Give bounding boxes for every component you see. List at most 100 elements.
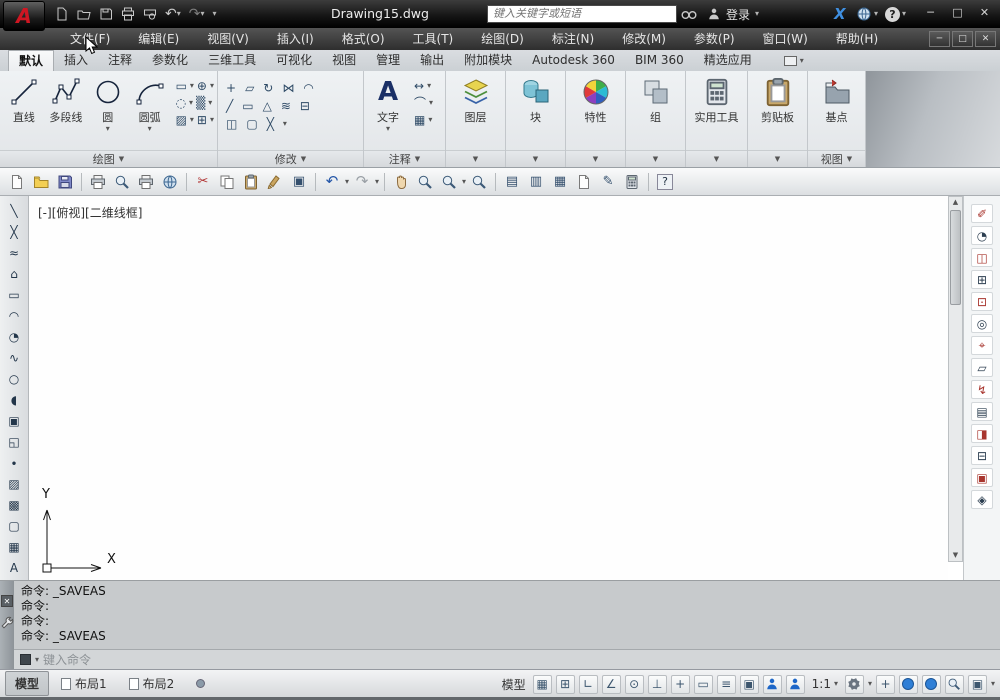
chevron-down-icon[interactable]: ▾ xyxy=(190,82,194,90)
rotate-tool-icon[interactable]: ↻ xyxy=(263,82,273,94)
print-preview-button[interactable] xyxy=(140,3,160,25)
menu-view[interactable]: 视图(V) xyxy=(193,28,263,50)
block-editor-button[interactable]: ▣ xyxy=(288,171,310,193)
annotation-monitor-toggle[interactable] xyxy=(762,674,782,694)
toolbar-lock-toggle[interactable]: + xyxy=(875,674,895,694)
array-tool-icon[interactable]: ◫ xyxy=(226,118,237,130)
new-button[interactable] xyxy=(6,171,28,193)
tool-line-icon[interactable]: ╲ xyxy=(4,201,24,220)
annotation-scale-button[interactable]: 1:1 ▾ xyxy=(809,677,841,691)
layout2-tab[interactable]: 布局2 xyxy=(119,671,185,696)
open-button[interactable] xyxy=(74,3,94,25)
explode-tool-icon[interactable]: ⊟ xyxy=(300,100,310,112)
clean-screen-button[interactable]: ▣ xyxy=(967,674,987,694)
hatch-tool-icon[interactable]: ▨ xyxy=(176,114,187,126)
tool-table-icon[interactable]: ▦ xyxy=(4,537,24,556)
menu-parametric[interactable]: 参数(P) xyxy=(680,28,749,50)
gradient-tool-icon[interactable]: ▒ xyxy=(196,97,205,109)
tool-ellipse-arc-icon[interactable]: ◖ xyxy=(4,390,24,409)
zoom-realtime-button[interactable] xyxy=(414,171,436,193)
menu-modify[interactable]: 修改(M) xyxy=(608,28,680,50)
tab-view[interactable]: 视图 xyxy=(322,50,366,71)
arc-dropdown-icon[interactable]: ▾ xyxy=(148,125,152,133)
menu-edit[interactable]: 编辑(E) xyxy=(124,28,193,50)
menu-draw[interactable]: 绘图(D) xyxy=(467,28,538,50)
tab-output[interactable]: 输出 xyxy=(410,50,454,71)
undo-button[interactable]: ↶ xyxy=(321,171,343,193)
table-tool-icon[interactable]: ▦ xyxy=(414,114,425,126)
nav-motion-icon[interactable]: ↯ xyxy=(971,380,993,399)
redo-button[interactable]: ↷ ▾ xyxy=(186,3,208,25)
tab-featured-apps[interactable]: 精选应用 xyxy=(694,50,762,71)
panel-layers[interactable]: 图层 ▼ xyxy=(446,71,506,167)
redo-button[interactable]: ↷ xyxy=(351,171,373,193)
otrack-toggle[interactable]: + xyxy=(670,674,690,694)
chevron-down-icon[interactable]: ▾ xyxy=(208,99,212,107)
line-button[interactable]: 直线 xyxy=(3,75,45,125)
menu-window[interactable]: 窗口(W) xyxy=(749,28,822,50)
panel-flyout-icon[interactable]: ▼ xyxy=(593,155,598,163)
model-tab[interactable]: 模型 xyxy=(5,671,50,696)
delete-tool-icon[interactable]: ╳ xyxy=(267,118,274,130)
nav-sheet-icon[interactable]: ▤ xyxy=(971,402,993,421)
undo-dropdown-icon[interactable]: ▾ xyxy=(345,177,349,186)
model-space-button[interactable]: 模型 xyxy=(499,676,529,693)
redo-dropdown-icon[interactable]: ▾ xyxy=(200,10,204,18)
save-button[interactable] xyxy=(54,171,76,193)
markup-button[interactable]: ✎ xyxy=(597,171,619,193)
panel-flyout-icon[interactable]: ▼ xyxy=(533,155,538,163)
tab-addins[interactable]: 附加模块 xyxy=(454,50,522,71)
revision-cloud-tool-icon[interactable]: ◌ xyxy=(176,97,186,109)
match-properties-button[interactable] xyxy=(264,171,286,193)
menu-help[interactable]: 帮助(H) xyxy=(822,28,892,50)
chevron-down-icon[interactable]: ▾ xyxy=(189,99,193,107)
nav-zoom-extents-icon[interactable]: ⊡ xyxy=(971,292,993,311)
lineweight-toggle[interactable]: ≡ xyxy=(716,674,736,694)
search-input[interactable] xyxy=(487,5,677,23)
panel-view-label[interactable]: 视图 ▼ xyxy=(808,150,865,167)
panel-flyout-icon[interactable]: ▼ xyxy=(775,155,780,163)
plot-button[interactable] xyxy=(118,3,138,25)
menu-file[interactable]: 文件(F) xyxy=(56,28,124,50)
open-button[interactable] xyxy=(30,171,52,193)
drawing-viewport[interactable]: [-][俯视][二维线框] Y X xyxy=(29,196,948,580)
doc-minimize-button[interactable]: ─ xyxy=(929,31,950,47)
panel-clipboard[interactable]: 剪贴板 ▼ xyxy=(748,71,808,167)
trim-tool-icon[interactable]: ╱ xyxy=(226,100,233,112)
wrench-icon[interactable] xyxy=(0,616,14,630)
move-tool-icon[interactable]: + xyxy=(226,82,236,94)
tab-3d-tools[interactable]: 三维工具 xyxy=(198,50,266,71)
tool-construction-line-icon[interactable]: ╳ xyxy=(4,222,24,241)
chevron-down-icon[interactable]: ▾ xyxy=(429,99,433,107)
vertical-scrollbar[interactable]: ▲ ▼ xyxy=(948,196,963,562)
exchange-apps-button[interactable]: X xyxy=(834,0,846,28)
nav-target-icon[interactable]: ⌖ xyxy=(971,336,993,355)
copy-tool-icon[interactable]: ▱ xyxy=(245,82,254,94)
chevron-down-icon[interactable]: ▾ xyxy=(428,116,432,124)
nav-orbit-icon[interactable]: ◔ xyxy=(971,226,993,245)
tab-parametric[interactable]: 参数化 xyxy=(142,50,198,71)
nav-flatten-icon[interactable]: ⊟ xyxy=(971,446,993,465)
command-input[interactable] xyxy=(43,652,1000,667)
panel-flyout-icon[interactable]: ▼ xyxy=(653,155,658,163)
new-layout-button[interactable] xyxy=(186,675,215,692)
polar-toggle[interactable]: ∠ xyxy=(601,674,621,694)
redo-dropdown-icon[interactable]: ▾ xyxy=(375,177,379,186)
status-menu-icon[interactable]: ▾ xyxy=(991,680,995,688)
doc-close-button[interactable]: ✕ xyxy=(975,31,996,47)
rectangle-tool-icon[interactable]: ▭ xyxy=(176,80,187,92)
annotation-visibility-toggle[interactable] xyxy=(785,674,805,694)
isolate-objects-button[interactable] xyxy=(898,674,918,694)
boundary-tool-icon[interactable]: ⊞ xyxy=(197,114,207,126)
stretch-tool-icon[interactable]: ≋ xyxy=(281,100,291,112)
nav-section-icon[interactable]: ◨ xyxy=(971,424,993,443)
command-dock-strip[interactable]: ✕ xyxy=(0,581,14,670)
tool-polyline-icon[interactable]: ≈ xyxy=(4,243,24,262)
paste-button[interactable] xyxy=(240,171,262,193)
zoom-object-button[interactable] xyxy=(944,674,964,694)
tool-mtext-icon[interactable]: A xyxy=(4,558,24,577)
ortho-toggle[interactable]: ∟ xyxy=(578,674,598,694)
qat-customize-button[interactable]: ▾ xyxy=(210,3,220,25)
tool-circle-icon[interactable]: ○ xyxy=(4,369,24,388)
circle-button[interactable]: 圆 ▾ xyxy=(87,75,129,133)
